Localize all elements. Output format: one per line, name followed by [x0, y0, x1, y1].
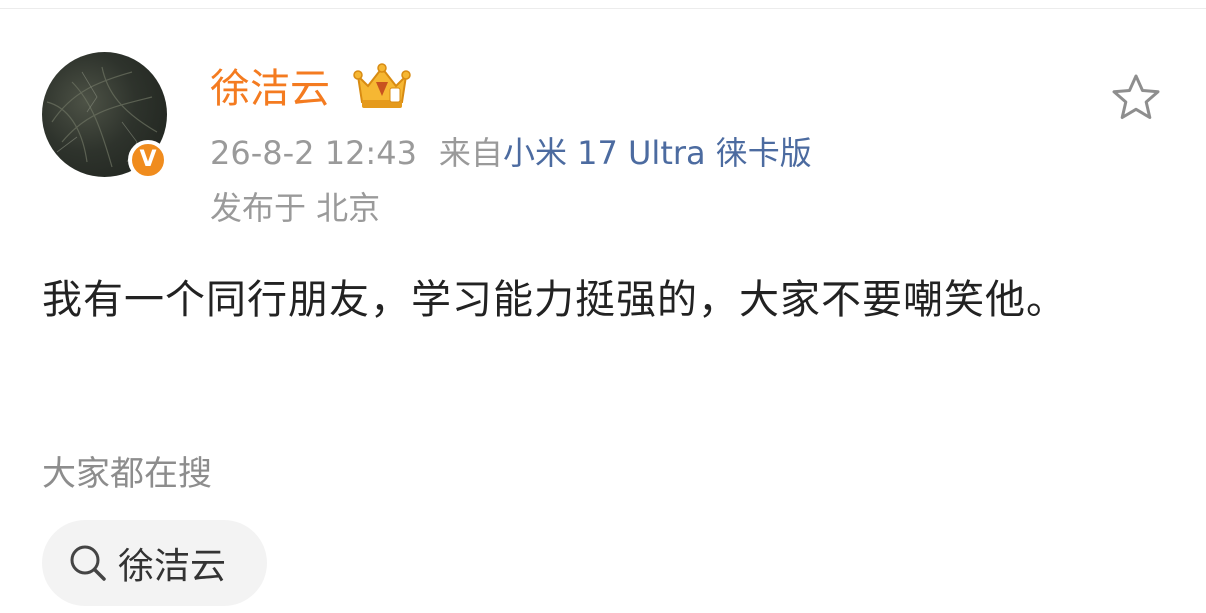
top-divider — [0, 0, 1206, 9]
trending-search-chip[interactable]: 徐洁云 — [42, 520, 267, 606]
favorite-star-icon[interactable] — [1110, 72, 1162, 122]
device-link[interactable]: 小米 17 Ultra 徕卡版 — [503, 134, 812, 172]
gold-crown-icon — [353, 63, 411, 108]
post-time: 26-8-2 12:43 — [210, 134, 417, 172]
post-content: 我有一个同行朋友，学习能力挺强的，大家不要嘲笑他。 — [42, 277, 1067, 323]
search-chip-label: 徐洁云 — [118, 546, 227, 587]
post-location: 发布于 北京 — [210, 189, 381, 227]
trending-title: 大家都在搜 — [42, 454, 212, 494]
verified-badge: V — [128, 140, 168, 180]
search-icon — [70, 545, 106, 581]
source-prefix: 来自 — [438, 134, 503, 172]
author-name[interactable]: 徐洁云 — [210, 64, 330, 114]
post-meta: 26-8-2 12:43 来自小米 17 Ultra 徕卡版 — [210, 131, 812, 175]
